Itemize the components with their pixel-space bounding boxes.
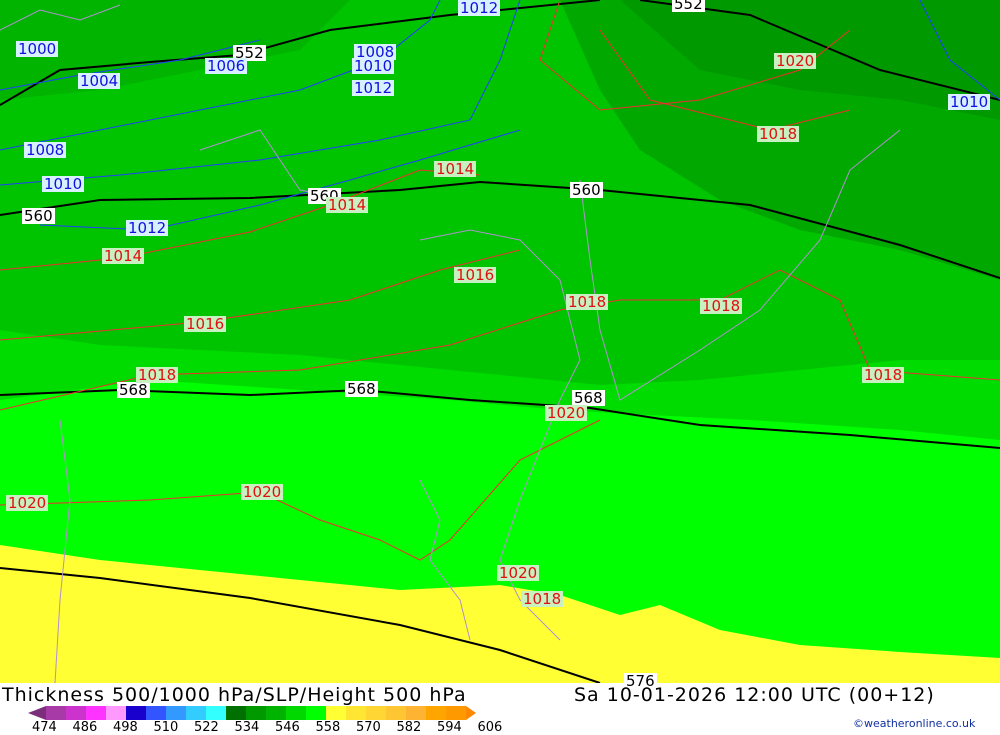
isobar-label: 1020	[6, 494, 49, 512]
isobar-label: 1018	[757, 125, 800, 143]
colorbar-segment	[106, 706, 126, 720]
height-contour-label: 560	[570, 181, 603, 199]
isobar-label: 1000	[16, 40, 59, 58]
map-title: Thickness 500/1000 hPa/SLP/Height 500 hP…	[2, 684, 467, 706]
isobar-label: 1006	[205, 57, 248, 75]
height-contour-label: 552	[672, 0, 705, 12]
colorbar-segment	[246, 706, 266, 720]
colorbar-segment	[286, 706, 306, 720]
isobar-label: 1014	[434, 160, 477, 178]
isobar-label: 1018	[566, 293, 609, 311]
isobar-label: 1012	[352, 79, 395, 97]
colorbar-segment	[406, 706, 426, 720]
colorbar-ticks: 474 486 498 510 522 534 546 558 570 582 594 606	[0, 720, 520, 735]
height-contour-label: 560	[22, 207, 55, 225]
colorbar-segment	[66, 706, 86, 720]
colorbar-segment	[206, 706, 226, 720]
colorbar-segment	[306, 706, 326, 720]
isobar-label: 1010	[352, 57, 395, 75]
isobar-label: 1012	[458, 0, 501, 17]
isobar-label: 1014	[102, 247, 145, 265]
isobar-label: 1016	[184, 315, 227, 333]
colorbar-segment	[326, 706, 346, 720]
isobar-label: 1004	[78, 72, 121, 90]
copyright-link[interactable]: ©weatheronline.co.uk	[853, 717, 975, 730]
isobar-label: 1020	[241, 483, 284, 501]
colorbar-segment	[346, 706, 366, 720]
colorbar-segment	[426, 706, 446, 720]
colorbar-segment	[386, 706, 406, 720]
colorbar	[28, 706, 476, 720]
isobar-label: 1018	[700, 297, 743, 315]
isobar-label: 1008	[24, 141, 67, 159]
isobar-label: 1010	[948, 93, 991, 111]
isobar-label: 1016	[454, 266, 497, 284]
colorbar-segment	[126, 706, 146, 720]
colorbar-segment	[86, 706, 106, 720]
isobar-label: 1018	[862, 366, 905, 384]
colorbar-segment	[146, 706, 166, 720]
height-contour-label: 568	[345, 380, 378, 398]
colorbar-low-arrow	[28, 706, 46, 720]
isobar-label: 1020	[497, 564, 540, 582]
isobar-label: 1018	[136, 366, 179, 384]
colorbar-segment	[266, 706, 286, 720]
colorbar-segment	[46, 706, 66, 720]
colorbar-segment	[166, 706, 186, 720]
isobar-label: 1014	[326, 196, 369, 214]
height-contour-label: 568	[117, 381, 150, 399]
colorbar-segment	[186, 706, 206, 720]
colorbar-segment	[446, 706, 466, 720]
colorbar-high-arrow	[466, 706, 476, 720]
isobar-label: 1020	[545, 404, 588, 422]
colorbar-segment	[226, 706, 246, 720]
colorbar-segment	[366, 706, 386, 720]
isobar-label: 1018	[521, 590, 564, 608]
valid-datetime: Sa 10-01-2026 12:00 UTC (00+12)	[574, 684, 935, 706]
isobar-label: 1012	[126, 219, 169, 237]
isobar-label: 1020	[774, 52, 817, 70]
isobar-label: 1010	[42, 175, 85, 193]
